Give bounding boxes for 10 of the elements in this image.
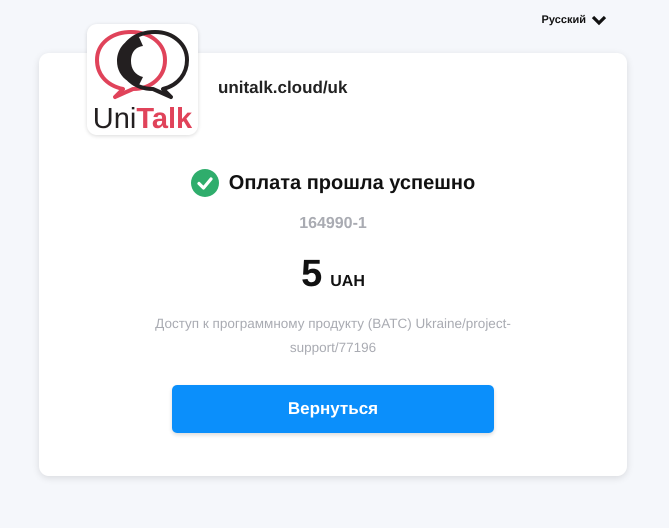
amount-value: 5 <box>301 253 322 296</box>
logo-text: UniTalk <box>92 105 192 134</box>
language-selector[interactable]: Русский <box>542 14 607 26</box>
currency-label: UAH <box>330 273 365 291</box>
chevron-down-icon <box>591 14 607 26</box>
order-number: 164990-1 <box>299 215 367 233</box>
check-circle-icon <box>190 169 219 197</box>
merchant-domain: unitalk.cloud/uk <box>218 78 348 98</box>
status-title: Оплата прошла успешно <box>228 172 476 194</box>
payment-description: Доступ к программному продукту (BATC) Ukraine/project-support/77196 <box>154 315 512 357</box>
